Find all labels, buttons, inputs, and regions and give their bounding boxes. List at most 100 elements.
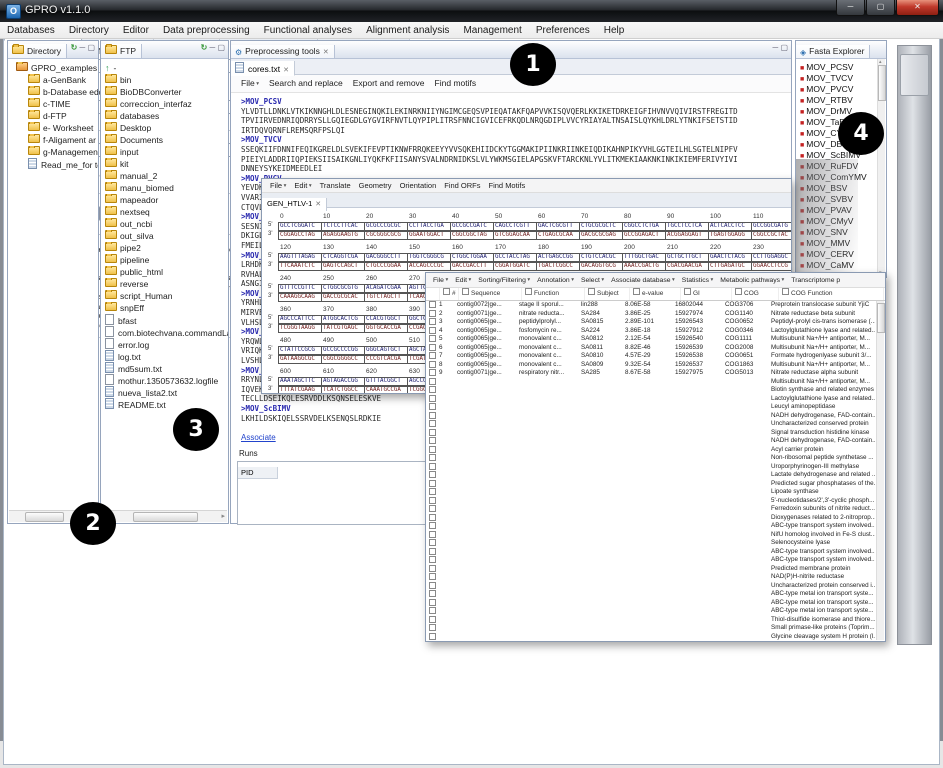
- checkbox-icon[interactable]: [588, 288, 595, 295]
- menubar-item-management[interactable]: Management: [456, 25, 528, 36]
- minimize-button[interactable]: ─: [836, 0, 865, 16]
- fasta-item[interactable]: ■MOV_CMyV: [800, 216, 886, 227]
- table-row[interactable]: Thiol-disulfide isomerase and thiore...: [426, 616, 885, 625]
- checkbox-icon[interactable]: [735, 288, 742, 295]
- fasta-item[interactable]: ■MOV_PVCV: [800, 84, 886, 95]
- table-row[interactable]: Biotin synthase and related enzymes: [426, 386, 885, 395]
- checkbox-icon[interactable]: [429, 480, 436, 487]
- column-header-function[interactable]: Function: [522, 288, 585, 300]
- checkbox-icon[interactable]: [429, 344, 436, 351]
- table-menu-transcriptome-p[interactable]: Transcriptome p: [791, 277, 840, 284]
- table-row[interactable]: Predicted membrane protein: [426, 565, 885, 574]
- checkbox-icon[interactable]: [429, 582, 436, 589]
- close-tab-icon[interactable]: ✕: [283, 67, 289, 74]
- checkbox-icon[interactable]: [429, 471, 436, 478]
- table-menu-sorting-filtering[interactable]: Sorting/Filtering ▾: [478, 277, 530, 284]
- table-row[interactable]: Uroporphyrinogen-III methylase: [426, 463, 885, 472]
- ftp-item-file[interactable]: mothur.1350573632.logfile: [105, 374, 228, 386]
- tree-item-folder[interactable]: c-TIME: [8, 98, 98, 110]
- checkbox-icon[interactable]: [429, 548, 436, 555]
- table-row[interactable]: NAD(P)H-nitrite reductase: [426, 573, 885, 582]
- ftp-hscrollbar[interactable]: ◂▸: [102, 510, 227, 522]
- table-row[interactable]: ABC-type metal ion transport syste...: [426, 590, 885, 599]
- fasta-item[interactable]: ■MOV_RuFDV: [800, 161, 886, 172]
- checkbox-icon[interactable]: [429, 446, 436, 453]
- table-menu-statistics[interactable]: Statistics ▾: [682, 277, 714, 284]
- checkbox-icon[interactable]: [429, 352, 436, 359]
- checkbox-icon[interactable]: [429, 369, 436, 376]
- fasta-item[interactable]: ■MOV_RTBV: [800, 95, 886, 106]
- checkbox-icon[interactable]: [429, 497, 436, 504]
- fasta-item[interactable]: ■MOV_PCSV: [800, 62, 886, 73]
- fasta-item[interactable]: ■MOV_ComYMV: [800, 172, 886, 183]
- checkbox-icon[interactable]: [429, 633, 436, 640]
- table-row[interactable]: ABC-type transport system involved...: [426, 548, 885, 557]
- close-tab-icon[interactable]: ✕: [323, 49, 329, 56]
- checkbox-icon[interactable]: [429, 463, 436, 470]
- table-row[interactable]: 6contig0065|ge...monovalent c...SA08118.…: [426, 344, 885, 353]
- menubar-item-editor[interactable]: Editor: [116, 25, 156, 36]
- table-row[interactable]: 1contig0072|ge...stage II sporul...lin28…: [426, 301, 885, 310]
- checkbox-icon[interactable]: [429, 573, 436, 580]
- table-row[interactable]: Selenocysteine lyase: [426, 539, 885, 548]
- ftp-item-folder[interactable]: manual_2: [105, 170, 228, 182]
- menubar-item-directory[interactable]: Directory: [62, 25, 116, 36]
- table-row[interactable]: Non-ribosomal peptide synthetase ...: [426, 454, 885, 463]
- workspace-vscrollbar[interactable]: [897, 45, 932, 645]
- close-tab-icon[interactable]: ✕: [315, 201, 321, 208]
- ftp-item-textfile[interactable]: md5sum.txt: [105, 362, 228, 374]
- table-row[interactable]: NADH dehydrogenase, FAD-contain...: [426, 412, 885, 421]
- associate-link[interactable]: Associate: [241, 433, 276, 442]
- ftp-item-folder[interactable]: Documents: [105, 134, 228, 146]
- table-row[interactable]: Ferredoxin subunits of nitrite reduct...: [426, 505, 885, 514]
- tree-item-file[interactable]: Read_me_for te: [8, 158, 98, 170]
- tree-item-folder[interactable]: d-FTP: [8, 110, 98, 122]
- tree-item-folder[interactable]: a-GenBank: [8, 74, 98, 86]
- checkbox-icon[interactable]: [429, 395, 436, 402]
- checkbox-icon[interactable]: [429, 403, 436, 410]
- fasta-item[interactable]: ■MOV_MMV: [800, 238, 886, 249]
- ftp-item-folder[interactable]: databases: [105, 110, 228, 122]
- column-header-#[interactable]: #: [440, 288, 459, 300]
- tree-item-folder[interactable]: g-Managemen: [8, 146, 98, 158]
- checkbox-icon[interactable]: [429, 454, 436, 461]
- ftp-item-up[interactable]: ↑-: [105, 62, 228, 74]
- checkbox-icon[interactable]: [443, 288, 450, 295]
- alignment-menu-find-motifs[interactable]: Find Motifs: [489, 181, 526, 190]
- checkbox-icon[interactable]: [633, 288, 640, 295]
- table-row[interactable]: 7contig0065|ge...monovalent c...SA08104.…: [426, 352, 885, 361]
- cores-file-tab[interactable]: cores.txt✕: [231, 61, 295, 76]
- alignment-menu-find-orfs[interactable]: Find ORFs: [444, 181, 480, 190]
- column-header-gi[interactable]: GI: [681, 288, 732, 300]
- ftp-item-folder[interactable]: script_Human: [105, 290, 228, 302]
- table-row[interactable]: ABC-type metal ion transport syste...: [426, 599, 885, 608]
- refresh-icon[interactable]: ↻: [201, 43, 208, 52]
- table-row[interactable]: Leucyl aminopeptidase: [426, 403, 885, 412]
- gen-htlv1-tab[interactable]: GEN_HTLV-1✕: [262, 198, 327, 211]
- table-row[interactable]: Lactate dehydrogenase and related ...: [426, 471, 885, 480]
- menubar-item-help[interactable]: Help: [597, 25, 632, 36]
- ftp-item-folder[interactable]: kit: [105, 158, 228, 170]
- table-menu-metabolic-pathways[interactable]: Metabolic pathways ▾: [720, 277, 784, 284]
- checkbox-icon[interactable]: [429, 590, 436, 597]
- checkbox-icon[interactable]: [429, 599, 436, 606]
- table-row[interactable]: Uncharacterized conserved protein: [426, 420, 885, 429]
- alignment-menu-edit[interactable]: Edit ▾: [294, 181, 311, 190]
- table-row[interactable]: ABC-type transport system involved...: [426, 522, 885, 531]
- fasta-item[interactable]: ■MOV_CaMV: [800, 260, 886, 271]
- ftp-item-folder[interactable]: pipeline: [105, 254, 228, 266]
- ftp-item-folder[interactable]: manu_biomed: [105, 182, 228, 194]
- checkbox-icon[interactable]: [684, 288, 691, 295]
- checkbox-icon[interactable]: [429, 429, 436, 436]
- ftp-item-folder[interactable]: Desktop: [105, 122, 228, 134]
- table-row[interactable]: Lactoylglutathione lyase and related...: [426, 395, 885, 404]
- table-row[interactable]: 8contig0065|ge...monovalent c...SA08099.…: [426, 361, 885, 370]
- scroll-thumb[interactable]: [25, 512, 64, 522]
- fasta-item[interactable]: ■MOV_SNV: [800, 227, 886, 238]
- column-header-sequence[interactable]: Sequence: [459, 288, 522, 300]
- menubar-item-functional-analyses[interactable]: Functional analyses: [257, 25, 359, 36]
- ftp-item-folder[interactable]: bin: [105, 74, 228, 86]
- scroll-thumb[interactable]: [878, 65, 886, 101]
- ftp-tab[interactable]: FTP: [101, 44, 142, 59]
- preprocessing-tab[interactable]: ⚙Preprocessing tools✕: [231, 45, 335, 59]
